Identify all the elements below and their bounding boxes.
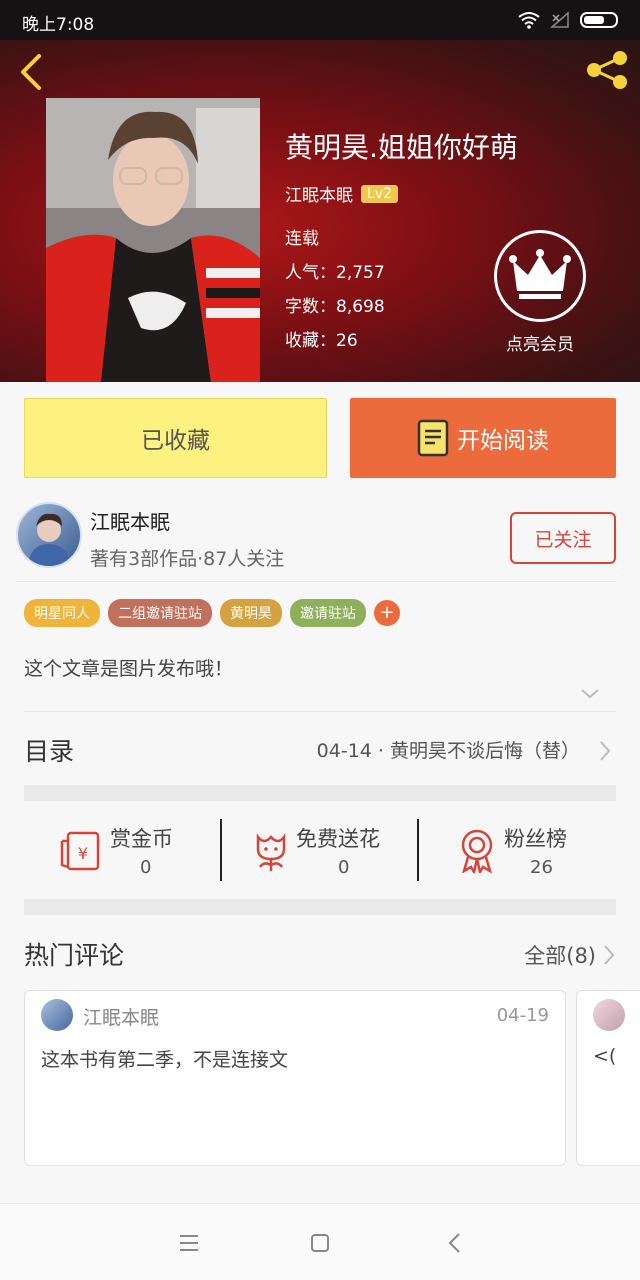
- add-tag-button[interactable]: +: [374, 600, 400, 626]
- back-nav-icon[interactable]: [440, 1228, 470, 1258]
- fan-ranking-label: 粉丝榜: [504, 827, 567, 851]
- status-time: 晚上7:08: [22, 15, 95, 35]
- start-reading-button[interactable]: 开始阅读: [350, 398, 616, 478]
- comment-text: <(: [593, 1045, 617, 1067]
- book-author-line: 江眠本眠 Lv2: [285, 181, 398, 206]
- menu-icon[interactable]: [174, 1228, 204, 1258]
- toc-label: 目录: [24, 737, 75, 766]
- avatar: [41, 999, 73, 1031]
- wifi-icon: [518, 12, 540, 29]
- comment-date: 04-19: [496, 1005, 549, 1026]
- tag[interactable]: 黄明昊: [220, 599, 282, 627]
- toc-latest-chapter: 04-14 · 黄明昊不谈后悔（替）: [316, 740, 580, 762]
- book-cover[interactable]: [46, 98, 260, 382]
- level-badge: Lv2: [361, 184, 398, 203]
- member-button[interactable]: 点亮会员: [492, 230, 588, 355]
- section-divider: [24, 785, 616, 801]
- all-comments-link[interactable]: 全部(8): [524, 940, 596, 970]
- back-icon[interactable]: [14, 52, 50, 92]
- status-icons: [518, 11, 618, 29]
- book-header: 黄明昊.姐姐你好萌 江眠本眠 Lv2 连载 人气：2,757 字数：8,698 …: [0, 40, 640, 382]
- author-name[interactable]: 江眠本眠: [90, 506, 170, 535]
- chevron-right-icon: [600, 741, 611, 761]
- tag[interactable]: 邀请驻站: [290, 599, 366, 627]
- book-author-name[interactable]: 江眠本眠: [285, 181, 353, 206]
- avatar: [593, 999, 625, 1031]
- send-flower-value: 0: [338, 857, 350, 878]
- share-icon[interactable]: [584, 50, 630, 90]
- expand-chevron-icon[interactable]: [580, 684, 600, 704]
- fan-ranking-item[interactable]: 粉丝榜 26: [456, 819, 616, 883]
- collected-button[interactable]: 已收藏: [24, 398, 327, 478]
- comment-card[interactable]: 江眠本眠 04-19 这本书有第二季，不是连接文: [24, 990, 566, 1166]
- send-flower-label: 免费送花: [296, 827, 380, 851]
- chevron-right-icon: [604, 945, 615, 965]
- avatar[interactable]: [16, 502, 82, 568]
- medal-icon: [461, 829, 493, 873]
- book-icon: [417, 419, 449, 457]
- follow-button[interactable]: 已关注: [510, 512, 616, 564]
- book-status: 连载: [285, 229, 319, 249]
- system-nav-bar: [0, 1203, 640, 1280]
- home-icon[interactable]: [305, 1228, 335, 1258]
- flower-icon: [256, 833, 286, 871]
- signal-off-icon: [550, 11, 569, 28]
- author-meta: 著有3部作品·87人关注: [90, 548, 285, 570]
- comment-user: 江眠本眠: [83, 1007, 160, 1029]
- fan-ranking-value: 26: [530, 857, 553, 878]
- tag[interactable]: 明星同人: [24, 599, 100, 627]
- book-popularity: 人气：2,757: [285, 263, 385, 283]
- red-envelope-yen-icon: ¥: [60, 831, 100, 871]
- battery-icon: [580, 12, 618, 28]
- send-flower-item[interactable]: 免费送花 0: [248, 819, 418, 883]
- reward-coins-label: 赏金币: [110, 827, 173, 851]
- book-description: 这个文章是图片发布哦！: [24, 658, 234, 680]
- book-favorites: 收藏：26: [285, 331, 358, 351]
- crown-icon: [494, 230, 586, 322]
- reward-coins-value: 0: [140, 857, 152, 878]
- table-of-contents-row[interactable]: 目录 04-14 · 黄明昊不谈后悔（替）: [24, 711, 616, 787]
- cover-image: [46, 98, 260, 382]
- author-card[interactable]: 江眠本眠 著有3部作品·87人关注 已关注: [16, 498, 616, 582]
- start-reading-label: 开始阅读: [457, 428, 549, 454]
- member-label: 点亮会员: [506, 335, 574, 355]
- stat-divider: [220, 819, 222, 881]
- reward-coins-item[interactable]: ¥ 赏金币 0: [60, 819, 230, 883]
- tag-list: 明星同人 二组邀请驻站 黄明昊 邀请驻站 +: [24, 599, 400, 627]
- tag[interactable]: 二组邀请驻站: [108, 599, 212, 627]
- book-word-count: 字数：8,698: [285, 297, 385, 317]
- stat-divider: [417, 819, 419, 881]
- status-bar: 晚上7:08: [0, 0, 640, 40]
- svg-text:¥: ¥: [78, 844, 88, 863]
- stats-bar: ¥ 赏金币 0 免费送花 0 粉丝榜 26: [24, 801, 616, 899]
- book-title: 黄明昊.姐姐你好萌: [285, 131, 518, 164]
- comment-text: 这本书有第二季，不是连接文: [41, 1049, 289, 1071]
- comment-card[interactable]: <(: [576, 990, 640, 1166]
- section-divider: [24, 899, 616, 915]
- hot-comments-title: 热门评论: [24, 941, 125, 970]
